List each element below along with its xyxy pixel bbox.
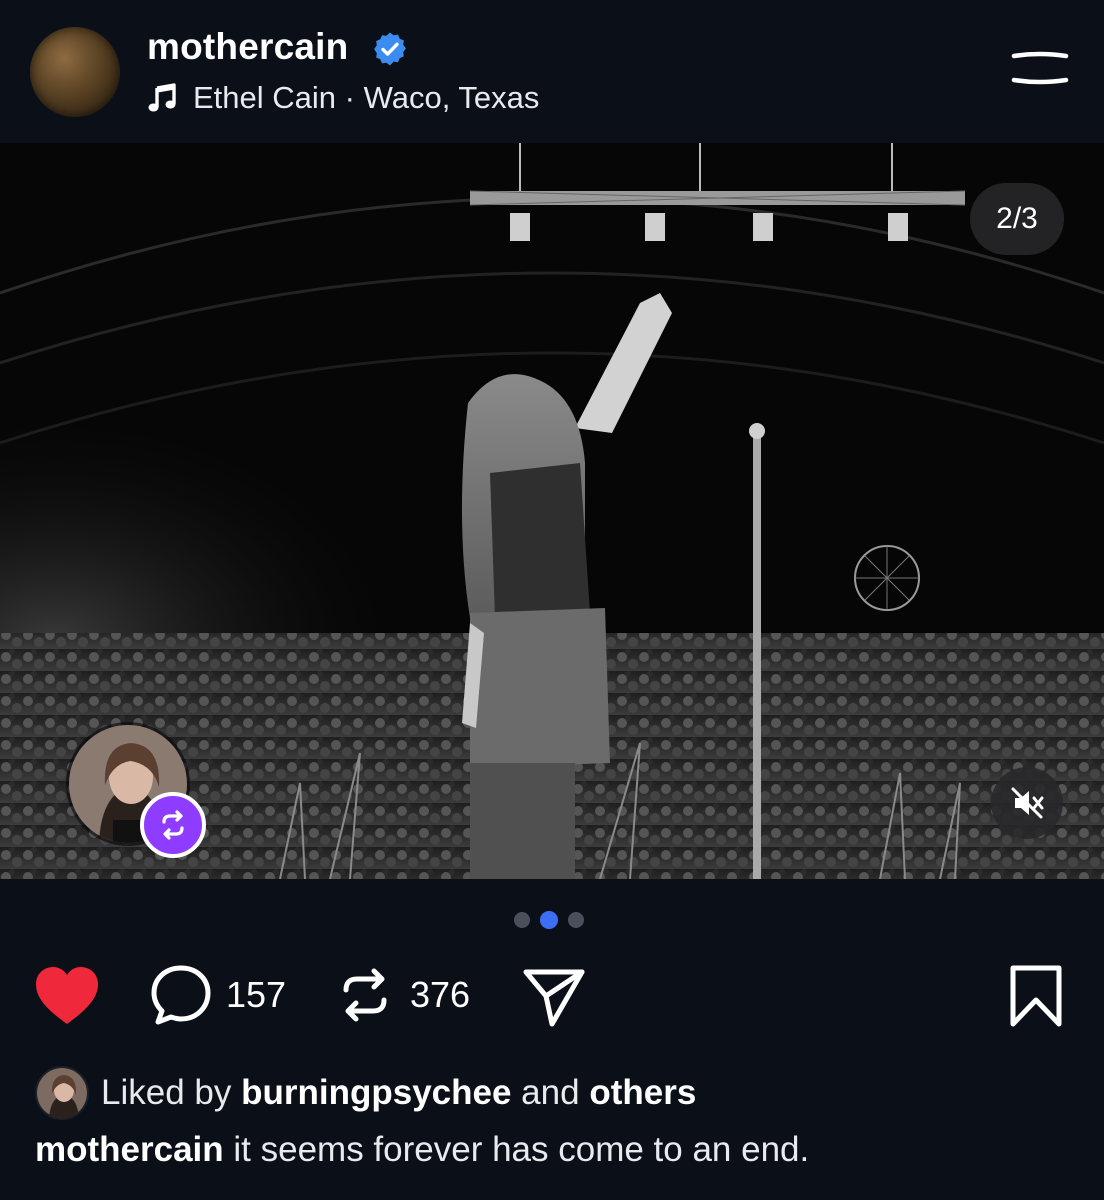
action-bar: 157 376: [0, 960, 1104, 1036]
reposts-count: 376: [410, 974, 471, 1015]
post-caption: mothercain it seems forever has come to …: [35, 1130, 809, 1170]
menu-icon[interactable]: [1010, 50, 1070, 86]
author-avatar[interactable]: [30, 27, 120, 117]
carousel-dot-3: [568, 912, 584, 928]
comment-button[interactable]: 157: [150, 964, 286, 1026]
share-button[interactable]: [522, 966, 586, 1028]
bookmark-icon: [1010, 965, 1062, 1027]
send-icon: [523, 969, 585, 1027]
mute-button[interactable]: [991, 767, 1063, 839]
liker-avatar[interactable]: [35, 1066, 89, 1120]
speaker-muted-icon: [1011, 787, 1044, 819]
author-username[interactable]: mothercain: [147, 26, 348, 68]
comments-count: 157: [226, 974, 287, 1015]
repost-button[interactable]: 376: [334, 964, 470, 1026]
carousel-dot-1: [514, 912, 530, 928]
liked-by-line[interactable]: Liked by burningpsychee and others: [35, 1065, 696, 1121]
audio-artist[interactable]: Ethel Cain: [193, 80, 336, 115]
like-button[interactable]: [34, 966, 100, 1026]
heart-filled-icon: [36, 967, 98, 1024]
carousel-dot-2-active: [540, 911, 558, 929]
comment-bubble-icon: [151, 965, 211, 1025]
verified-badge-icon: [374, 32, 406, 66]
liked-by-and: and: [521, 1073, 580, 1112]
liked-by-user[interactable]: burningpsychee: [241, 1073, 511, 1112]
repost-icon: [162, 810, 184, 840]
audio-location-line[interactable]: Ethel Cain · Waco, Texas: [147, 78, 539, 118]
liked-by-prefix: Liked by: [101, 1073, 232, 1112]
carousel-indicator: [514, 911, 584, 929]
liker-photo: [37, 1068, 87, 1118]
music-note-icon: [148, 83, 176, 112]
liked-by-others[interactable]: others: [589, 1073, 696, 1112]
bookmark-button[interactable]: [1008, 964, 1064, 1028]
separator-dot: ·: [344, 80, 355, 115]
post-header: mothercain Ethel Cain · Waco, Texas: [0, 0, 1104, 142]
caption-username[interactable]: mothercain: [35, 1130, 224, 1169]
carousel-counter: 2/3: [970, 183, 1064, 255]
caption-text: it seems forever has come to an end.: [233, 1130, 810, 1169]
repost-badge: [140, 792, 206, 858]
repost-icon: [343, 968, 387, 1022]
location-label[interactable]: Waco, Texas: [364, 80, 540, 115]
